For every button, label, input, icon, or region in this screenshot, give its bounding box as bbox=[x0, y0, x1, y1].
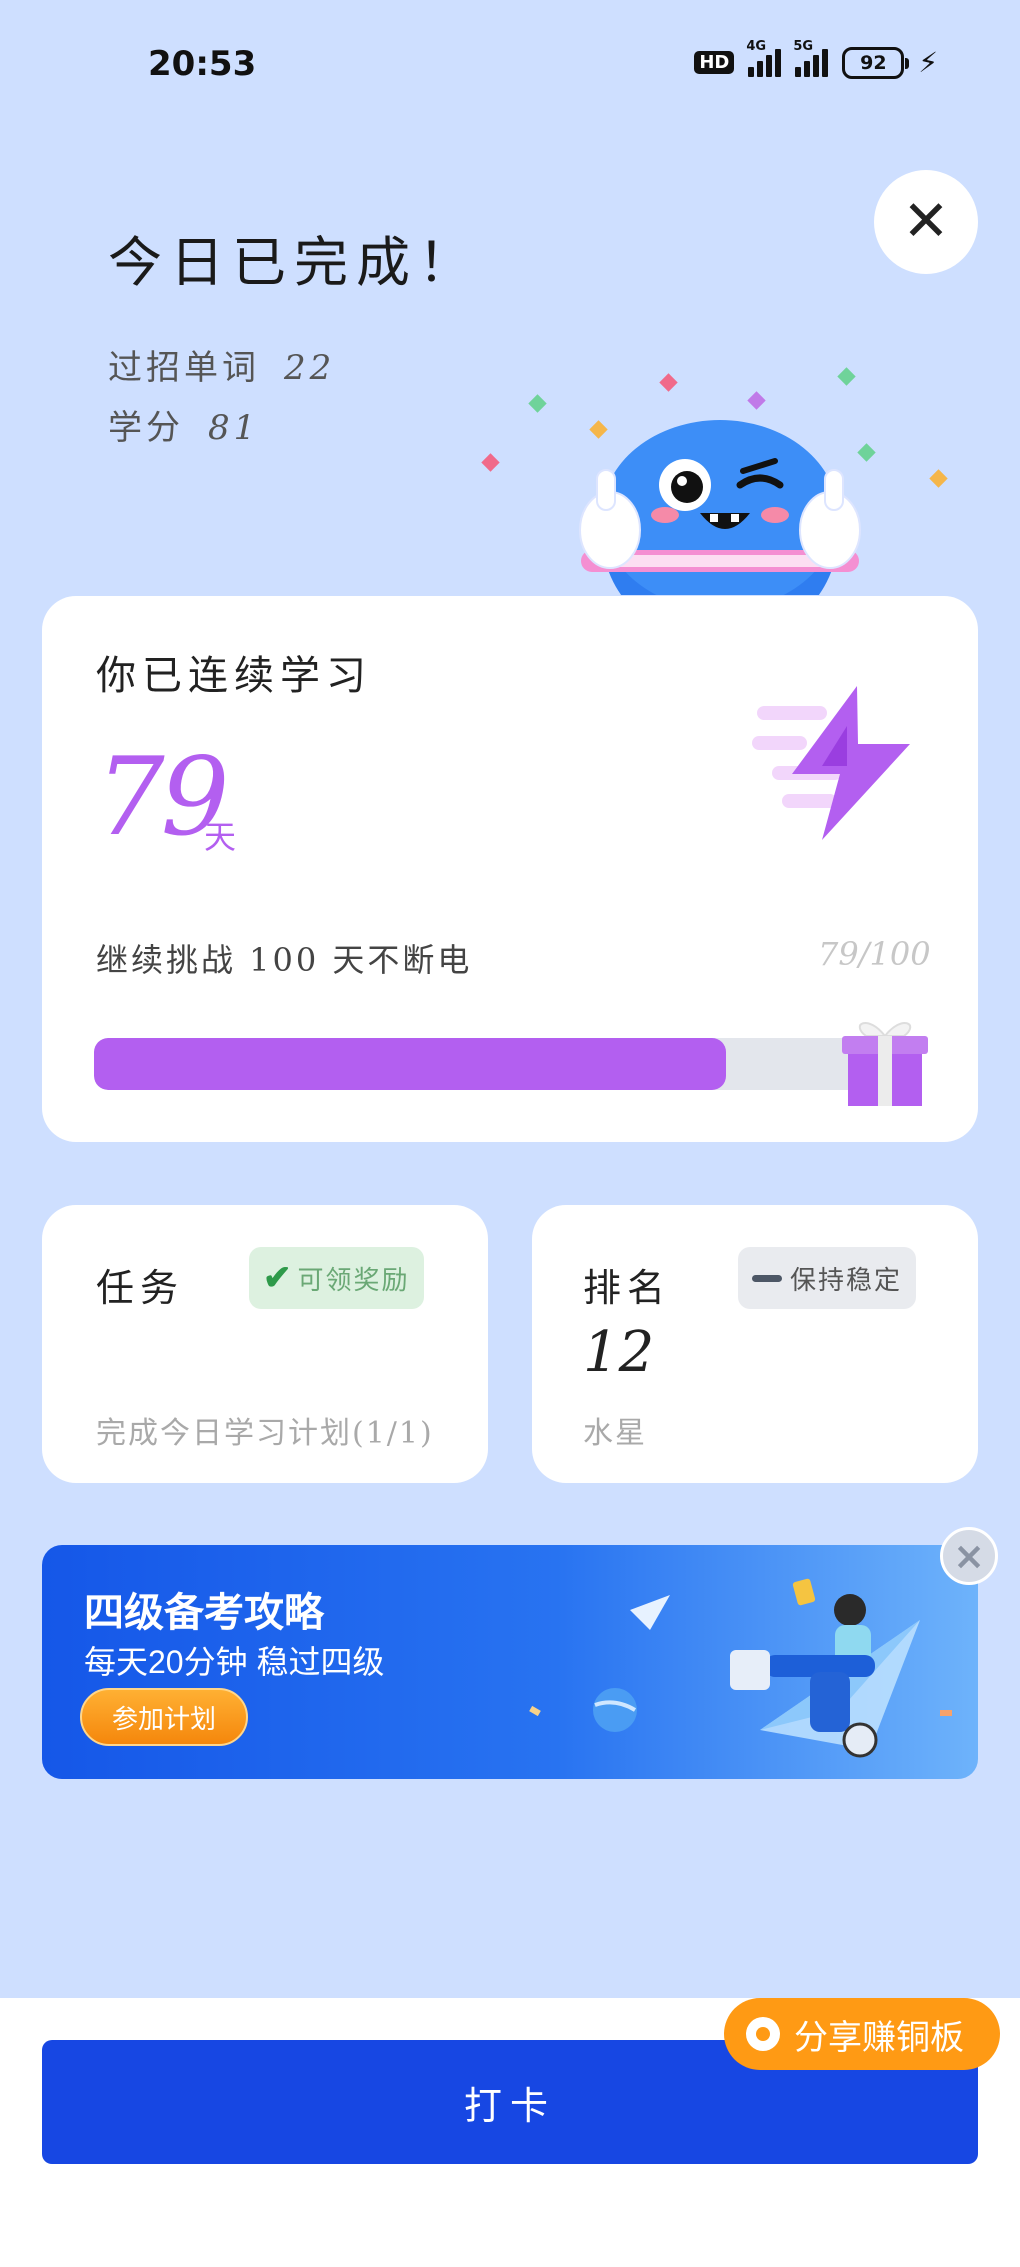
streak-progress-fill bbox=[94, 1038, 726, 1090]
check-icon: ✔ bbox=[263, 1258, 294, 1298]
confetti bbox=[747, 391, 766, 410]
signal-4g-icon: 4G bbox=[746, 39, 782, 77]
confetti bbox=[481, 453, 500, 472]
challenge-text: 继续挑战 100 天不断电 bbox=[96, 941, 473, 979]
charging-icon: ⚡ bbox=[918, 46, 938, 79]
gift-icon bbox=[842, 1022, 928, 1106]
close-button[interactable]: ✕ bbox=[874, 170, 978, 274]
credits-value: 81 bbox=[208, 408, 260, 448]
task-title: 任务 bbox=[96, 1266, 185, 1310]
share-button[interactable]: 分享赚铜板 bbox=[724, 1998, 1000, 2070]
lightning-icon bbox=[752, 686, 910, 840]
task-subtitle: 完成今日学习计划(1/1) bbox=[96, 1416, 434, 1451]
streak-progress-bar bbox=[94, 1038, 894, 1090]
reward-badge-label: 可领奖励 bbox=[297, 1265, 410, 1296]
reward-badge[interactable]: ✔ 可领奖励 bbox=[249, 1247, 424, 1309]
share-button-label: 分享赚铜板 bbox=[794, 2018, 964, 2057]
credits-label: 学分 bbox=[108, 408, 184, 448]
confetti bbox=[837, 367, 856, 386]
confetti bbox=[659, 373, 678, 392]
banner-close-button[interactable]: × bbox=[940, 1527, 998, 1585]
battery-icon: 92 bbox=[842, 46, 910, 79]
rank-planet: 水星 bbox=[583, 1416, 647, 1451]
confetti bbox=[929, 469, 948, 488]
share-icon bbox=[746, 2017, 780, 2051]
banner-subtitle: 每天20分钟 稳过四级 bbox=[84, 1644, 385, 1680]
streak-unit: 天 bbox=[204, 818, 237, 856]
close-icon: × bbox=[953, 1534, 985, 1578]
hd-icon: HD bbox=[694, 51, 735, 74]
dash-icon bbox=[752, 1274, 782, 1282]
challenge-count: 79/100 bbox=[818, 935, 931, 973]
rank-title: 排名 bbox=[583, 1266, 672, 1310]
mascot-icon bbox=[579, 420, 861, 595]
close-icon: ✕ bbox=[902, 189, 950, 254]
banner-title: 四级备考攻略 bbox=[84, 1591, 324, 1635]
status-time: 20:53 bbox=[148, 44, 257, 84]
words-label: 过招单词 bbox=[108, 348, 260, 388]
join-plan-button[interactable]: 参加计划 bbox=[80, 1688, 248, 1746]
status-icons: HD 4G 5G 92 ⚡ bbox=[694, 39, 938, 79]
rank-status-label: 保持稳定 bbox=[790, 1265, 903, 1296]
page-title: 今日已完成！ bbox=[108, 231, 480, 294]
words-stat: 过招单词 22 bbox=[108, 340, 335, 389]
rank-number: 12 bbox=[583, 1320, 655, 1385]
signal-5g-icon: 5G bbox=[793, 39, 829, 77]
rank-status-badge: 保持稳定 bbox=[738, 1247, 917, 1309]
credits-stat: 学分 81 bbox=[108, 400, 259, 449]
streak-title: 你已连续学习 bbox=[96, 653, 372, 699]
banner-illustration bbox=[529, 1578, 952, 1758]
words-value: 22 bbox=[284, 348, 336, 388]
confetti bbox=[528, 394, 547, 413]
